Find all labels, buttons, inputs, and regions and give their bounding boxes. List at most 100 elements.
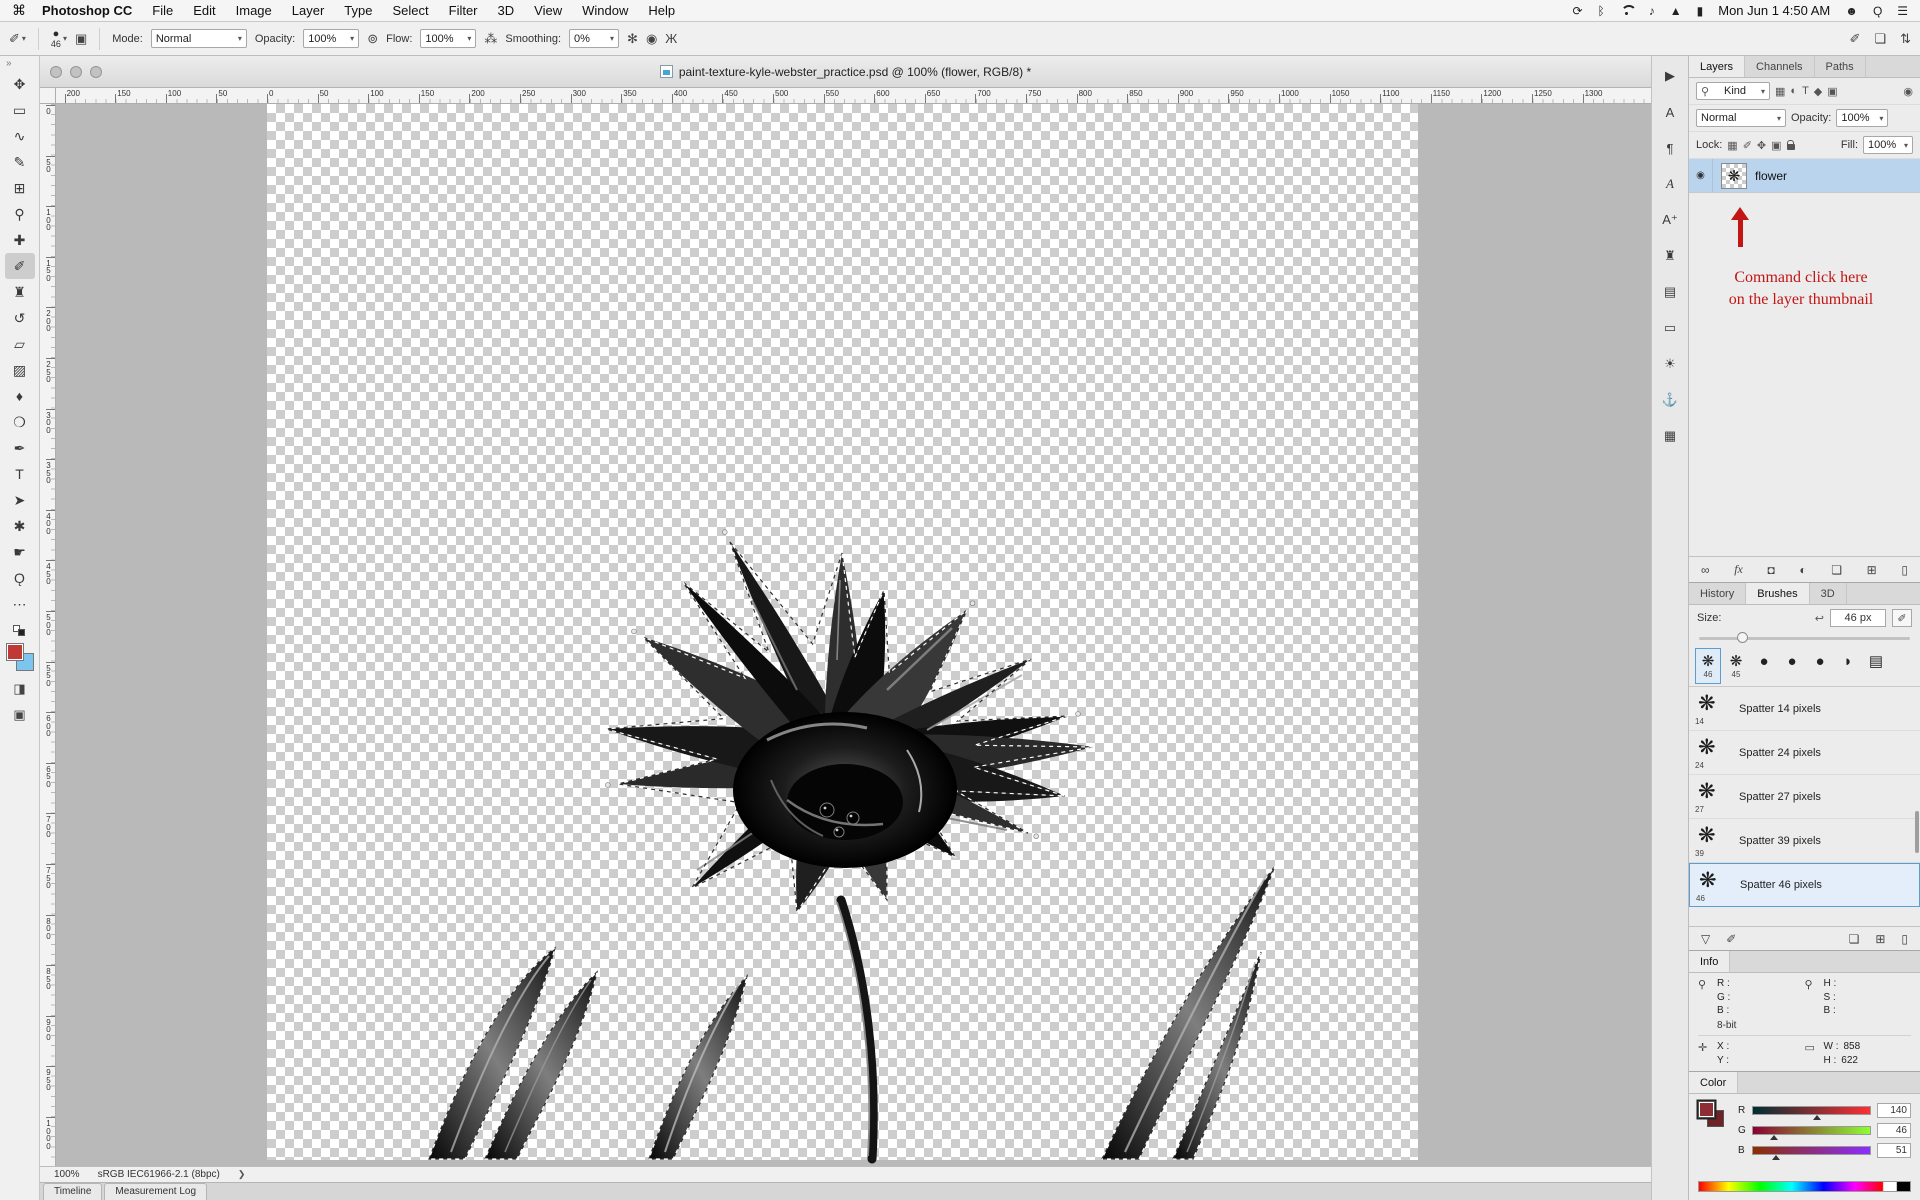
clone-source-panel-icon[interactable]: ♜ — [1658, 246, 1682, 266]
filter-smart-objects-icon[interactable]: ▣ — [1827, 85, 1837, 98]
path-selection-tool-icon[interactable]: ➤ — [5, 487, 35, 513]
link-layers-icon[interactable]: ∞ — [1701, 563, 1710, 577]
tab-info[interactable]: Info — [1689, 951, 1730, 972]
default-colors-icon[interactable] — [13, 625, 27, 637]
pen-pressure-icon[interactable]: ✐ — [1892, 609, 1912, 627]
brush-preset[interactable]: ● — [1807, 648, 1833, 684]
paint-symmetry-icon[interactable]: Ж — [665, 31, 677, 46]
adjustment-layer-icon[interactable]: ◐ — [1799, 563, 1806, 577]
hand-tool-icon[interactable]: ☛ — [5, 539, 35, 565]
quick-mask-mode-icon[interactable]: ◨ — [13, 681, 25, 697]
lock-position-icon[interactable]: ✥ — [1757, 139, 1766, 152]
canvas-document[interactable] — [267, 104, 1418, 1160]
menu-file[interactable]: File — [152, 3, 173, 18]
history-brush-tool-icon[interactable]: ↺ — [5, 305, 35, 331]
spotlight-search-icon[interactable]: Ǫ — [1872, 4, 1883, 17]
brush-preset[interactable]: ◗ — [1835, 648, 1861, 684]
brush-preset-picker[interactable]: ● 46 ▾ — [51, 29, 67, 49]
eject-icon[interactable]: ▲ — [1670, 5, 1682, 17]
ruler-tool-panel-icon[interactable]: ▭ — [1658, 318, 1682, 338]
color-value-R[interactable]: 140 — [1877, 1103, 1911, 1118]
type-tool-icon[interactable]: T — [5, 461, 35, 487]
filter-adjustment-layers-icon[interactable]: ◐ — [1790, 85, 1797, 97]
tab-paths[interactable]: Paths — [1815, 56, 1866, 77]
spot-healing-brush-tool-icon[interactable]: ✚ — [5, 227, 35, 253]
tab-brushes[interactable]: Brushes — [1746, 583, 1809, 604]
measurement-log-panel-icon[interactable]: ▤ — [1658, 282, 1682, 302]
toolbar-collapse-icon[interactable]: » — [0, 56, 12, 71]
tool-preset-picker[interactable]: ✐ ▾ — [9, 31, 26, 47]
opacity-select[interactable]: 100% ▾ — [303, 29, 359, 48]
eraser-tool-icon[interactable]: ▱ — [5, 331, 35, 357]
brush-preset[interactable]: ❋46 — [1695, 648, 1721, 684]
lock-artboard-icon[interactable]: ▣ — [1771, 139, 1781, 152]
smoothing-options-gear-icon[interactable]: ✻ — [627, 31, 638, 47]
color-spectrum-ramp[interactable] — [1698, 1181, 1911, 1192]
toggle-brush-settings-panel-icon[interactable]: ▣ — [75, 31, 87, 47]
color-slider-G[interactable] — [1752, 1126, 1871, 1135]
blend-mode-select[interactable]: Normal ▾ — [151, 29, 247, 48]
brush-list-scrollbar[interactable] — [1915, 811, 1919, 853]
quick-selection-tool-icon[interactable]: ✎ — [5, 149, 35, 175]
preview-toggle-icon[interactable]: ▽ — [1701, 932, 1710, 946]
layers-opacity-select[interactable]: 100% ▾ — [1836, 109, 1888, 127]
layer-style-fx-icon[interactable]: fx — [1734, 562, 1743, 577]
zoom-level[interactable]: 100% — [54, 1169, 80, 1180]
character-panel-icon[interactable]: A — [1658, 102, 1682, 122]
bluetooth-icon[interactable]: ᛒ — [1598, 5, 1605, 17]
edit-toolbar-icon[interactable]: ⋯ — [5, 591, 35, 617]
color-slider-thumb[interactable] — [1770, 1135, 1778, 1140]
workspace-switcher-icon[interactable]: ⇅ — [1900, 31, 1911, 47]
menu-type[interactable]: Type — [344, 3, 372, 18]
smoothing-select[interactable]: 0% ▾ — [569, 29, 619, 48]
color-slider-thumb[interactable] — [1813, 1115, 1821, 1120]
layer-mask-icon[interactable]: ◘ — [1767, 563, 1774, 577]
libraries-icon[interactable]: ❏ — [1874, 31, 1886, 47]
menu-window[interactable]: Window — [582, 3, 628, 18]
brush-preset[interactable]: ● — [1779, 648, 1805, 684]
apple-menu-icon[interactable]: ⌘ — [12, 2, 26, 19]
dodge-tool-icon[interactable]: ❍ — [5, 409, 35, 435]
expand-play-panel-icon[interactable]: ▶ — [1658, 66, 1682, 86]
tab-history[interactable]: History — [1689, 583, 1746, 604]
lock-transparent-pixels-icon[interactable]: ▦ — [1727, 139, 1737, 152]
filter-toggle-icon[interactable]: ◉ — [1903, 85, 1913, 98]
eyedropper-tool-icon[interactable]: ⚲ — [5, 201, 35, 227]
filter-type-layers-icon[interactable]: T — [1802, 85, 1809, 97]
brush-preset[interactable]: ● — [1751, 648, 1777, 684]
brush-item[interactable]: ❋39Spatter 39 pixels — [1689, 819, 1920, 863]
fill-select[interactable]: 100% ▾ — [1863, 136, 1913, 154]
adjustments-panel-icon[interactable]: ☀ — [1658, 354, 1682, 374]
pen-tool-icon[interactable]: ✒ — [5, 435, 35, 461]
brush-preset[interactable]: ▤ — [1863, 648, 1889, 684]
character-styles-panel-icon[interactable]: A⁺ — [1658, 210, 1682, 230]
wifi-icon[interactable] — [1620, 5, 1634, 16]
app-name[interactable]: Photoshop CC — [42, 3, 132, 18]
tab-layers[interactable]: Layers — [1689, 56, 1745, 77]
minimize-button[interactable] — [70, 66, 82, 78]
control-center-icon[interactable]: ☰ — [1897, 5, 1908, 17]
lock-all-icon[interactable] — [1787, 144, 1795, 150]
flow-select[interactable]: 100% ▾ — [420, 29, 476, 48]
update-status-icon[interactable]: ⟳ — [1572, 5, 1582, 17]
gradient-tool-icon[interactable]: ▨ — [5, 357, 35, 383]
glyphs-panel-icon[interactable]: A — [1658, 174, 1682, 194]
zoom-tool-icon[interactable]: Ǫ — [5, 565, 35, 591]
tab-color[interactable]: Color — [1689, 1072, 1738, 1093]
reset-size-icon[interactable]: ↩ — [1815, 612, 1824, 625]
airbrush-icon[interactable]: ⁂ — [484, 31, 497, 47]
crop-tool-icon[interactable]: ⊞ — [5, 175, 35, 201]
navigator-panel-icon[interactable]: ⚓ — [1658, 390, 1682, 410]
rectangular-marquee-tool-icon[interactable]: ▭ — [5, 97, 35, 123]
tab-measurement-log[interactable]: Measurement Log — [104, 1183, 207, 1200]
delete-layer-icon[interactable]: ▯ — [1901, 563, 1908, 577]
brush-item[interactable]: ❋46Spatter 46 pixels — [1689, 863, 1920, 907]
clone-stamp-tool-icon[interactable]: ♜ — [5, 279, 35, 305]
foreground-color-swatch[interactable] — [1698, 1101, 1715, 1118]
filter-shape-layers-icon[interactable]: ◆ — [1814, 85, 1822, 98]
menubar-clock[interactable]: Mon Jun 1 4:50 AM — [1718, 3, 1830, 18]
filter-pixel-layers-icon[interactable]: ▦ — [1775, 85, 1785, 98]
menu-edit[interactable]: Edit — [193, 3, 215, 18]
slider-thumb[interactable] — [1737, 632, 1748, 643]
layer-thumbnail[interactable]: ❋ — [1721, 163, 1747, 189]
